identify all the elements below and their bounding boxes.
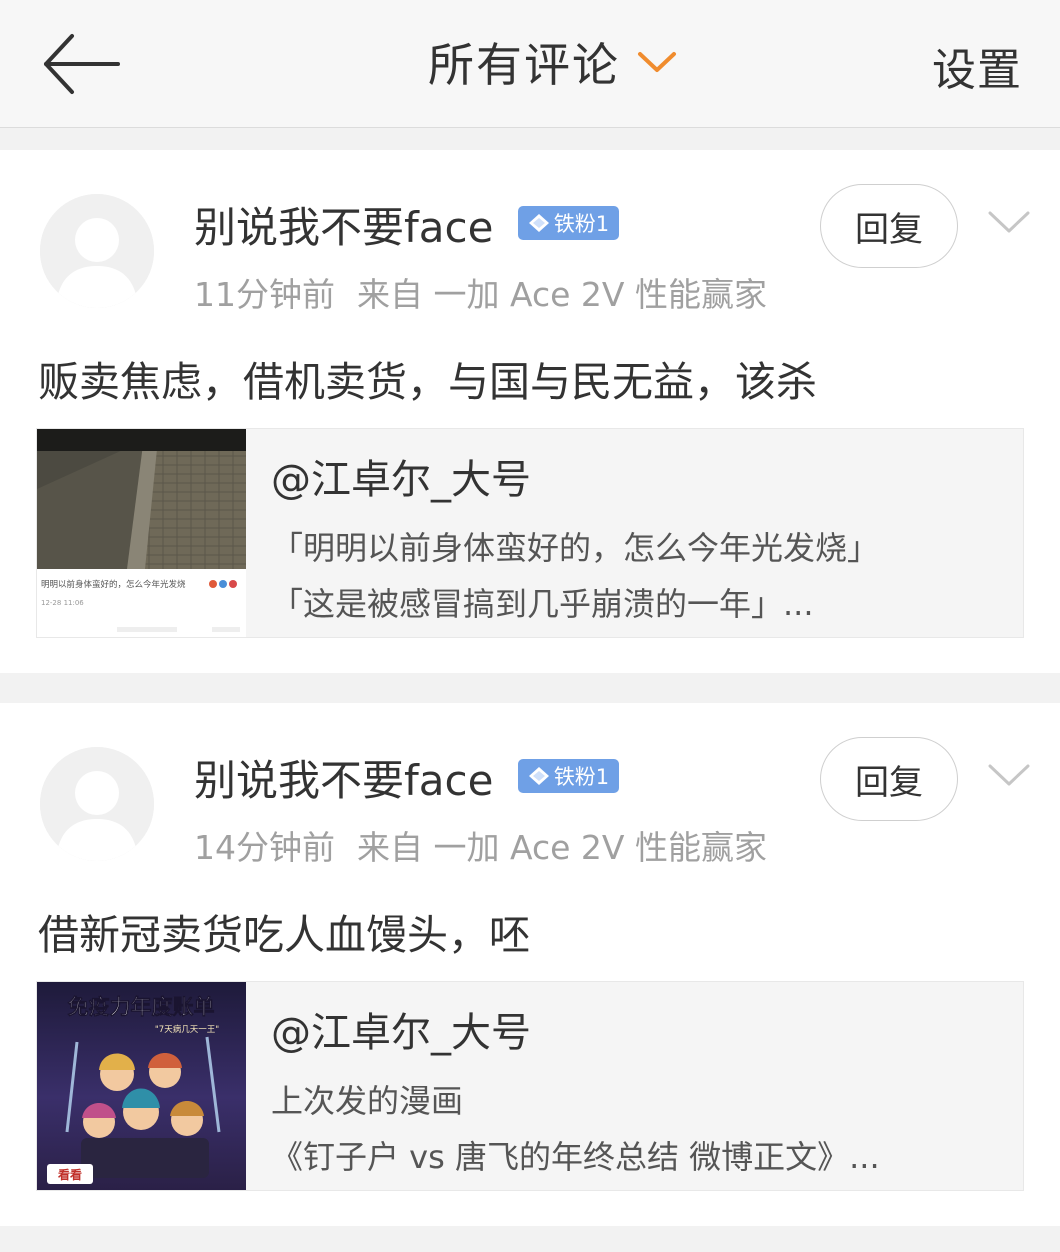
comment-card: 别说我不要face 铁粉1 11分钟前 来自 一加 Ace 2V 性能赢家 回复 …	[0, 150, 1060, 673]
fan-badge: 铁粉1	[518, 206, 619, 240]
comment-source: 来自 一加 Ace 2V 性能赢家	[357, 275, 767, 314]
quoted-post-author[interactable]: @江卓尔_大号	[271, 1000, 531, 1058]
badge-label: 铁粉1	[553, 212, 610, 236]
comment-text: 借新冠卖货吃人血馒头，呸	[38, 911, 530, 959]
thumbnail-caption: 明明以前身体蛮好的，怎么今年光发烧	[41, 579, 186, 590]
comment-meta: 11分钟前 来自 一加 Ace 2V 性能赢家	[194, 268, 767, 316]
quoted-post-text: 《钉子户 vs 唐飞的年终总结 微博正文》...	[271, 1138, 880, 1176]
comment-filter-dropdown[interactable]: 所有评论	[428, 30, 678, 94]
diamond-icon	[528, 767, 549, 785]
chevron-down-icon[interactable]	[986, 761, 1032, 789]
default-avatar-icon	[40, 747, 154, 861]
comment-time: 11分钟前	[194, 275, 335, 314]
default-avatar-icon	[40, 194, 154, 308]
comment-meta: 14分钟前 来自 一加 Ace 2V 性能赢家	[194, 821, 767, 869]
quoted-post-text: 「明明以前身体蛮好的，怎么今年光发烧」	[271, 529, 880, 567]
comment-source: 来自 一加 Ace 2V 性能赢家	[357, 828, 767, 867]
top-nav-bar: 所有评论 设置	[0, 0, 1060, 128]
page-title: 所有评论	[428, 38, 620, 92]
chevron-down-icon[interactable]	[986, 208, 1032, 236]
quoted-post-text: 上次发的漫画	[271, 1082, 464, 1120]
comment-text: 贩卖焦虑，借机卖货，与国与民无益，该杀	[38, 358, 817, 406]
comment-time: 14分钟前	[194, 828, 335, 867]
quoted-post-card[interactable]: 明明以前身体蛮好的，怎么今年光发烧 12-28 11:06 @江卓尔_大号 「明…	[36, 428, 1024, 638]
comment-card: 别说我不要face 铁粉1 14分钟前 来自 一加 Ace 2V 性能赢家 回复 …	[0, 703, 1060, 1226]
thumbnail-date: 12-28 11:06	[41, 599, 84, 607]
quoted-post-text: 「这是被感冒搞到几乎崩溃的一年」...	[271, 585, 814, 623]
chevron-down-icon	[638, 52, 676, 72]
quoted-post-author[interactable]: @江卓尔_大号	[271, 447, 531, 505]
fan-badge: 铁粉1	[518, 759, 619, 793]
reply-button[interactable]: 回复	[820, 737, 958, 821]
quoted-post-thumbnail: 明明以前身体蛮好的，怎么今年光发烧 12-28 11:06	[37, 429, 246, 637]
quoted-post-thumbnail: 免疫力年度账单 "7天病几天一王" 看看	[37, 982, 246, 1190]
quoted-post-card[interactable]: 免疫力年度账单 "7天病几天一王" 看看 @江卓尔_大号 上次发的漫画 《钉子户…	[36, 981, 1024, 1191]
back-button[interactable]	[40, 28, 124, 100]
avatar[interactable]	[40, 194, 154, 308]
poster-title: 免疫力年度账单	[68, 995, 215, 1019]
diamond-icon	[528, 214, 549, 232]
arrow-left-icon	[44, 34, 120, 94]
poster-tag: 看看	[58, 1167, 82, 1182]
username[interactable]: 别说我不要face	[194, 747, 493, 808]
poster-subtitle: "7天病几天一王"	[155, 1024, 219, 1035]
badge-label: 铁粉1	[553, 765, 610, 789]
avatar[interactable]	[40, 747, 154, 861]
username[interactable]: 别说我不要face	[194, 194, 493, 255]
settings-button[interactable]: 设置	[932, 34, 1022, 98]
reply-button[interactable]: 回复	[820, 184, 958, 268]
